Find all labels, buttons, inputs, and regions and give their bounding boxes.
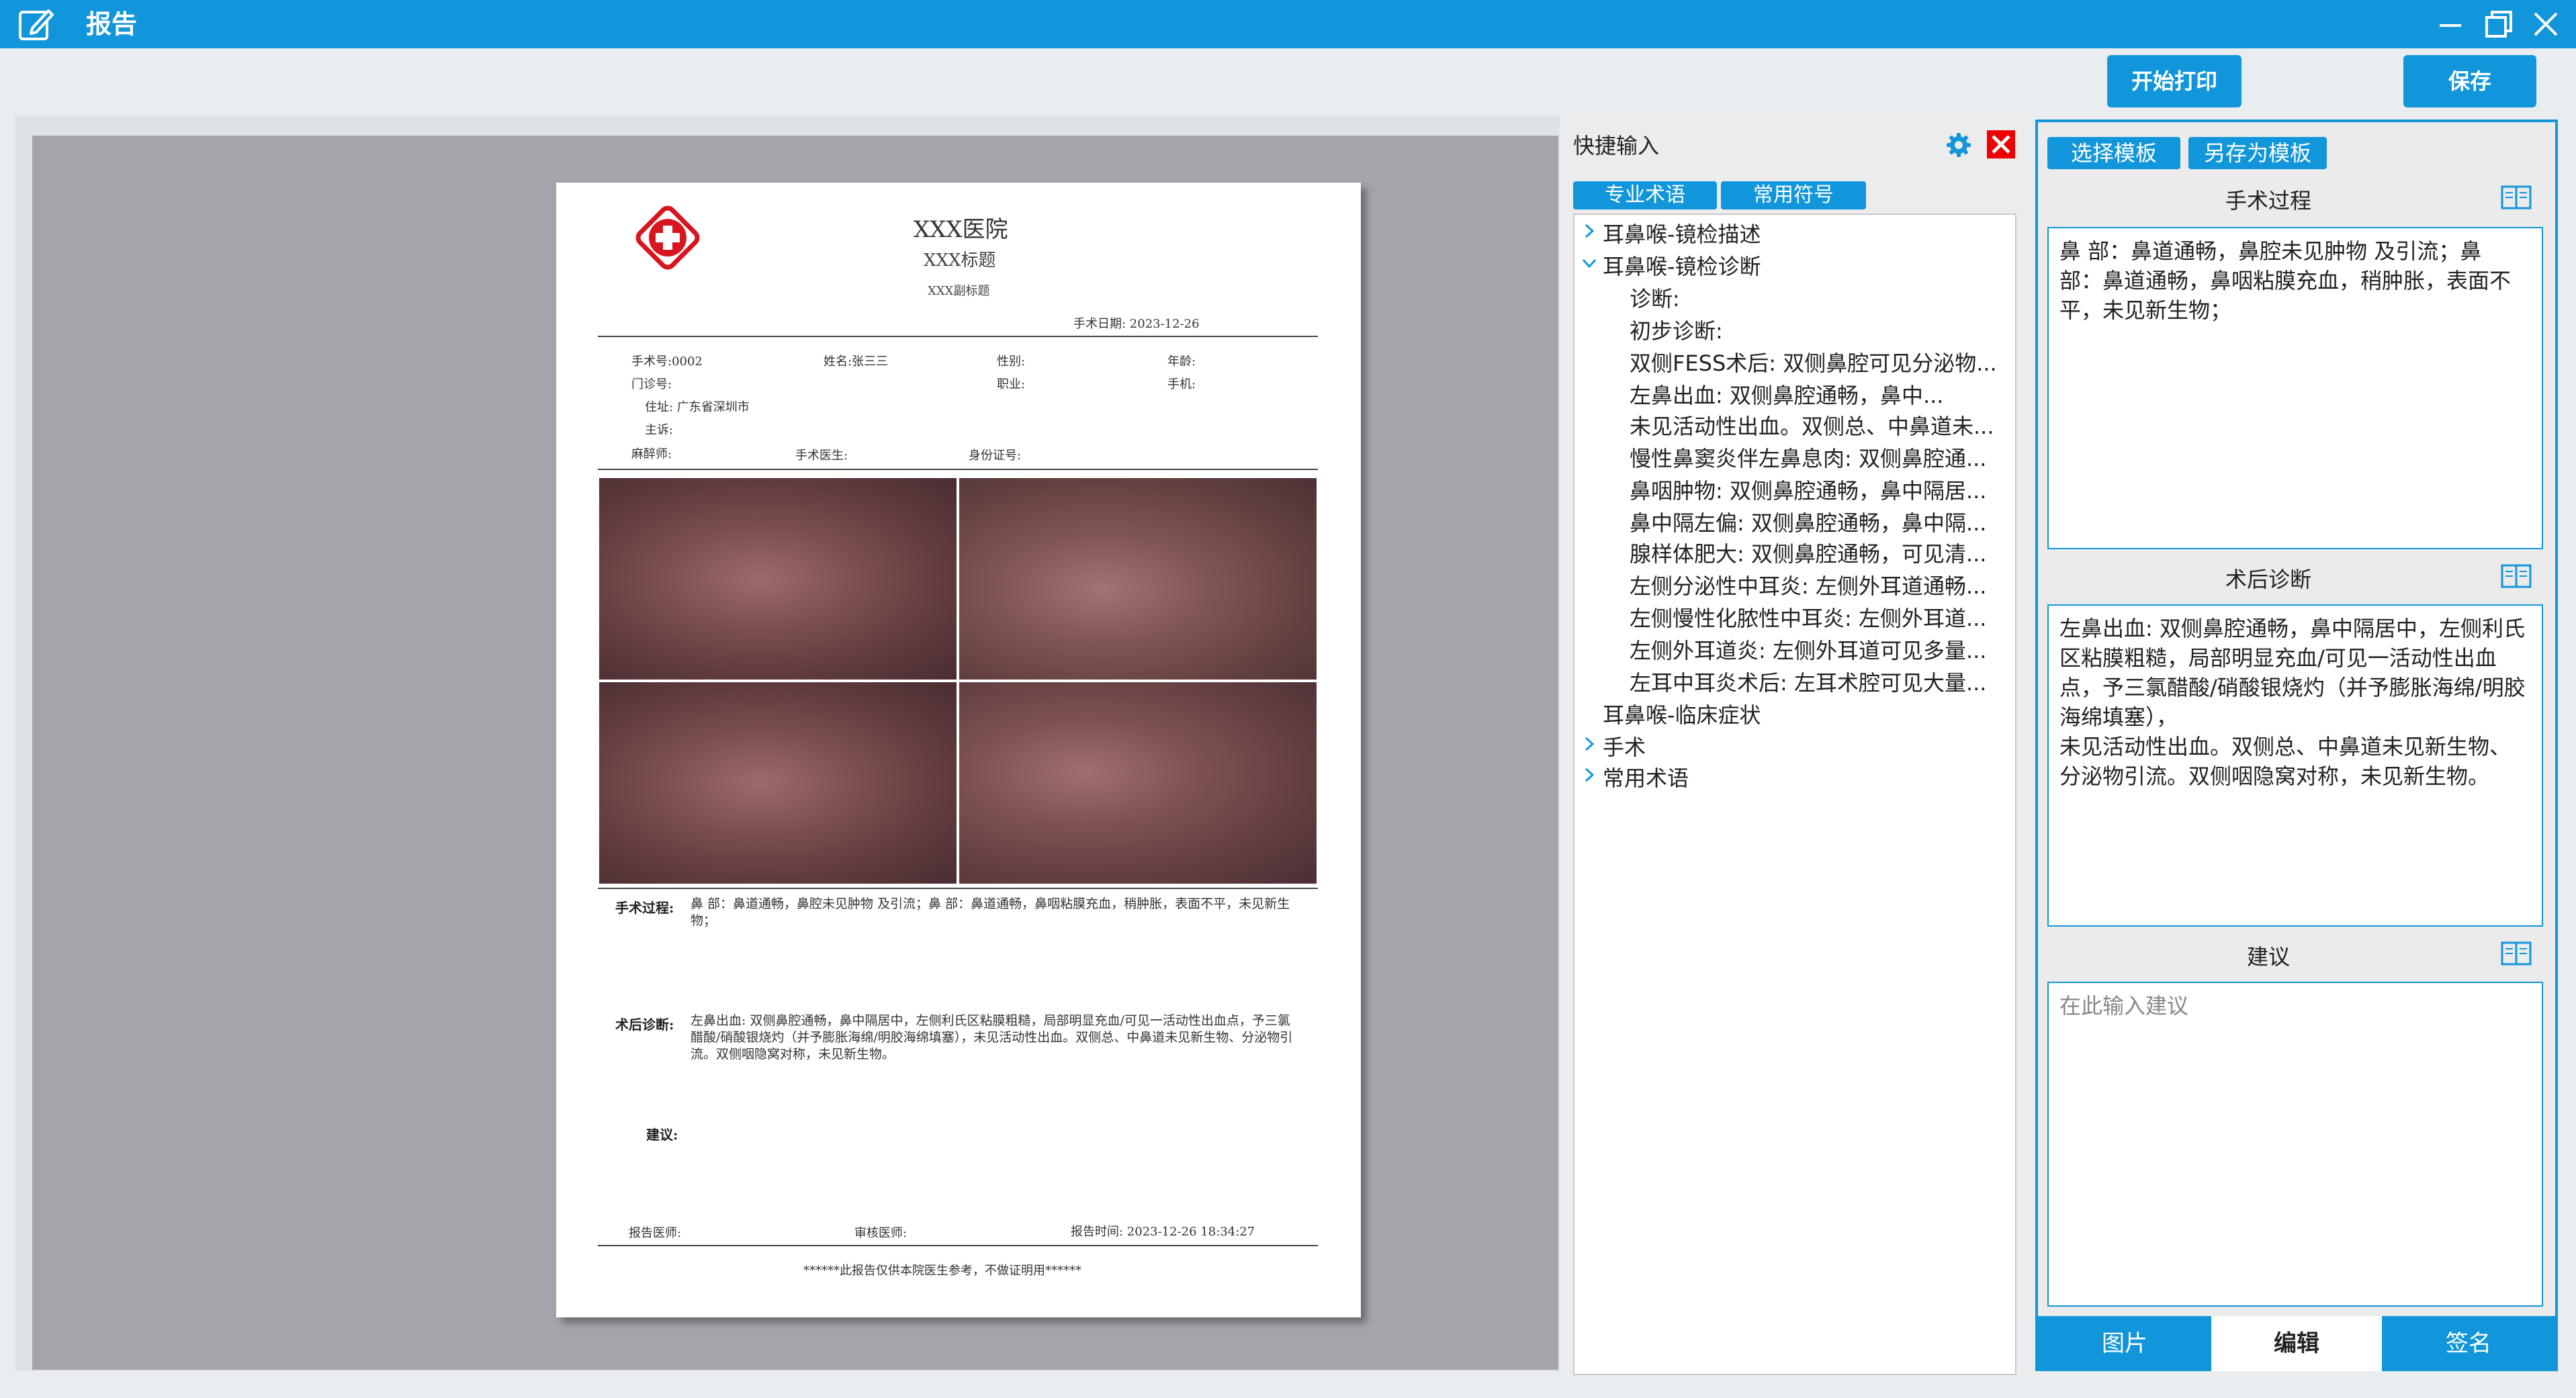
- field-phone: 手机:: [1167, 377, 1196, 391]
- field-id-no: 身份证号:: [969, 449, 1022, 463]
- minimize-icon[interactable]: [2432, 5, 2469, 43]
- chevron-right-icon[interactable]: [1581, 767, 1597, 783]
- tree-node[interactable]: 常用术语: [1603, 761, 1689, 792]
- report-footer: ******此报告仅供本院医生参考，不做证明用******: [803, 1264, 1081, 1278]
- save-as-template-button[interactable]: 另存为模板: [2188, 137, 2327, 169]
- tab-images[interactable]: 图片: [2038, 1316, 2211, 1371]
- field-gender: 性别:: [997, 355, 1026, 369]
- tree-leaf[interactable]: 左侧分泌性中耳炎: 左侧外耳道通畅...: [1630, 569, 2006, 600]
- tree-node[interactable]: 耳鼻喉-镜检描述: [1603, 218, 1761, 248]
- tree-leaf[interactable]: 初步诊断:: [1630, 314, 2006, 345]
- tree-leaf[interactable]: 双侧FESS术后: 双侧鼻腔可见分泌物...: [1630, 346, 2006, 377]
- tree-node[interactable]: 耳鼻喉-镜检诊断: [1603, 250, 1761, 281]
- tab-professional-terms[interactable]: 专业术语: [1573, 181, 1717, 209]
- template-book-icon[interactable]: [2500, 563, 2532, 590]
- gear-icon[interactable]: [1945, 132, 1972, 158]
- report-title: XXX标题: [924, 250, 996, 271]
- field-anesthetist: 麻醉师:: [631, 447, 672, 461]
- endoscopy-image[interactable]: [599, 682, 957, 884]
- tree-leaf[interactable]: 左耳中耳炎术后: 左耳术腔可见大量...: [1630, 666, 2006, 697]
- close-icon[interactable]: [2527, 5, 2565, 43]
- field-address: 住址: 广东省深圳市: [645, 400, 750, 414]
- restore-icon[interactable]: [2480, 5, 2518, 43]
- report-page: XXX医院 XXX标题 XXX副标题 手术日期: 2023-12-26 手术号:…: [556, 183, 1361, 1317]
- quick-input-title: 快捷输入: [1573, 133, 1660, 158]
- select-template-button[interactable]: 选择模板: [2047, 137, 2180, 169]
- close-panel-icon[interactable]: [1987, 130, 2015, 158]
- field-occupation: 职业:: [997, 377, 1026, 391]
- tab-signature[interactable]: 签名: [2382, 1316, 2555, 1371]
- bottom-tabs: 图片 编辑 签名: [2038, 1316, 2555, 1371]
- procedure-label: 手术过程:: [615, 900, 674, 916]
- tab-common-symbols[interactable]: 常用符号: [1721, 181, 1866, 209]
- procedure-section-title: 手术过程: [2225, 188, 2311, 214]
- hospital-logo-icon: [635, 205, 700, 270]
- diagnosis-section-title: 术后诊断: [2225, 567, 2311, 592]
- review-doctor: 审核医师:: [854, 1226, 907, 1240]
- field-clinic-no: 门诊号:: [631, 377, 672, 391]
- tree-leaf[interactable]: 慢性鼻窦炎伴左鼻息肉: 双侧鼻腔通...: [1630, 442, 2006, 473]
- endoscopy-image[interactable]: [959, 478, 1317, 680]
- header-divider: [598, 336, 1318, 337]
- title-bar: 报告: [0, 0, 2576, 48]
- chevron-right-icon[interactable]: [1581, 223, 1597, 239]
- tree-leaf[interactable]: 鼻咽肿物: 双侧鼻腔通畅，鼻中隔居...: [1630, 474, 2006, 505]
- edit-report-icon: [19, 9, 54, 40]
- images-divider: [598, 888, 1318, 889]
- tree-leaf[interactable]: 腺样体肥大: 双侧鼻腔通畅，可见清...: [1630, 537, 2006, 568]
- diagnosis-label: 术后诊断:: [615, 1017, 674, 1033]
- tree-leaf[interactable]: 左侧外耳道炎: 左侧外耳道可见多量...: [1630, 634, 2006, 665]
- procedure-text: 鼻 部：鼻道通畅，鼻腔未见肿物 及引流；鼻 部：鼻道通畅，鼻咽粘膜充血，稍肿胀，…: [691, 896, 1290, 928]
- fields-divider: [598, 469, 1318, 470]
- report-time: 报告时间: 2023-12-26 18:34:27: [1071, 1225, 1255, 1239]
- chevron-right-icon[interactable]: [1581, 736, 1597, 752]
- footer-divider: [598, 1245, 1318, 1246]
- quick-input-tree: 耳鼻喉-镜检描述 耳鼻喉-镜检诊断 诊断: 初步诊断: 双侧FESS术后: 双侧…: [1573, 214, 2016, 1375]
- tree-leaf[interactable]: 未见活动性出血。双侧总、中鼻道未...: [1630, 410, 2006, 440]
- tree-node[interactable]: 耳鼻喉-临床症状: [1603, 698, 1761, 729]
- window-title: 报告: [86, 9, 138, 39]
- tree-leaf[interactable]: 鼻中隔左偏: 双侧鼻腔通畅，鼻中隔...: [1630, 506, 2006, 537]
- field-age: 年龄:: [1167, 355, 1196, 369]
- chevron-down-icon[interactable]: [1581, 255, 1597, 271]
- report-doctor: 报告医师:: [629, 1226, 682, 1240]
- tree-leaf[interactable]: 左侧慢性化脓性中耳炎: 左侧外耳道...: [1630, 602, 2006, 633]
- advice-section-title: 建议: [2246, 944, 2290, 970]
- hospital-name: XXX医院: [914, 216, 1008, 243]
- start-print-button[interactable]: 开始打印: [2107, 55, 2241, 107]
- tab-edit[interactable]: 编辑: [2211, 1316, 2382, 1371]
- advice-textarea[interactable]: 在此输入建议: [2047, 982, 2543, 1307]
- surgery-date: 手术日期: 2023-12-26: [1073, 317, 1200, 331]
- diagnosis-textarea[interactable]: 左鼻出血: 双侧鼻腔通畅，鼻中隔居中，左侧利氏区粘膜粗糙，局部明显充血/可见一活…: [2047, 604, 2543, 927]
- tree-node[interactable]: 手术: [1603, 731, 1646, 761]
- field-surgeon: 手术医生:: [795, 449, 848, 463]
- template-book-icon[interactable]: [2500, 184, 2532, 211]
- field-name: 姓名:张三三: [824, 355, 889, 369]
- advice-label: 建议:: [646, 1127, 678, 1143]
- procedure-textarea[interactable]: 鼻 部：鼻道通畅，鼻腔未见肿物 及引流；鼻 部：鼻道通畅，鼻咽粘膜充血，稍肿胀，…: [2047, 227, 2543, 549]
- endoscopy-image[interactable]: [599, 478, 957, 680]
- save-button[interactable]: 保存: [2403, 55, 2536, 107]
- tree-leaf[interactable]: 诊断:: [1630, 282, 2006, 313]
- report-subtitle: XXX副标题: [928, 284, 990, 298]
- diagnosis-text: 左鼻出血: 双侧鼻腔通畅，鼻中隔居中，左侧利氏区粘膜粗糙，局部明显充血/可见一活…: [691, 1013, 1293, 1062]
- template-book-icon[interactable]: [2500, 940, 2532, 967]
- endoscopy-image[interactable]: [959, 682, 1317, 884]
- field-surgery-no: 手术号:0002: [631, 355, 703, 369]
- tree-leaf[interactable]: 左鼻出血: 双侧鼻腔通畅，鼻中...: [1630, 379, 2006, 410]
- field-complaint: 主诉:: [645, 423, 674, 437]
